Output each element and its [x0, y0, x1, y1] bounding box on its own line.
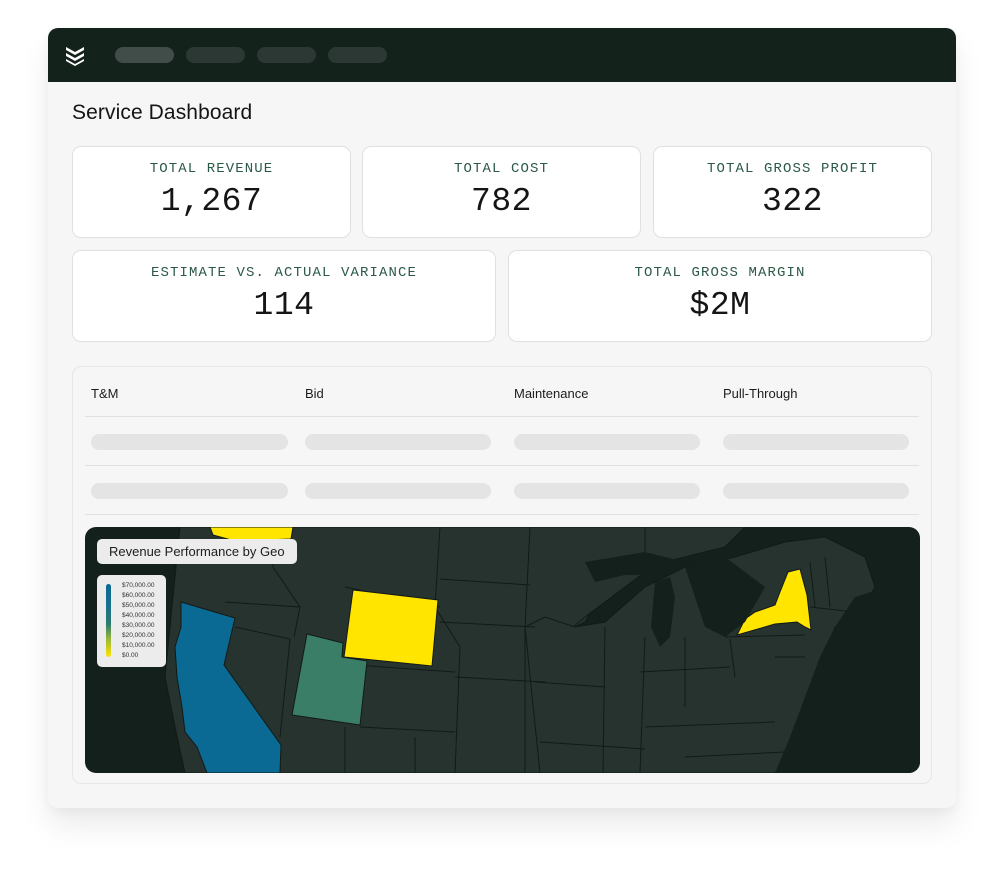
kpi-label: TOTAL GROSS PROFIT: [706, 161, 879, 177]
kpi-value: 114: [253, 287, 315, 324]
loading-placeholder: [514, 483, 700, 499]
kpi-value: 782: [471, 183, 532, 220]
legend-label: $40,000.00: [122, 612, 155, 619]
service-type-table: T&M Bid Maintenance Pull-Through: [85, 367, 919, 515]
table-row[interactable]: [85, 417, 919, 466]
legend-labels: $70,000.00 $60,000.00 $50,000.00 $40,000…: [122, 581, 155, 661]
legend-label: $10,000.00: [122, 642, 155, 649]
loading-placeholder: [514, 434, 700, 450]
legend-label: $20,000.00: [122, 632, 155, 639]
kpi-value: 322: [762, 183, 823, 220]
state-wyoming[interactable]: [343, 589, 439, 667]
kpi-label: TOTAL REVENUE: [149, 161, 274, 177]
revenue-geo-map[interactable]: Revenue Performance by Geo $70,000.00 $6…: [85, 527, 920, 773]
loading-placeholder: [91, 434, 288, 450]
loading-placeholder: [305, 483, 491, 499]
loading-placeholder: [723, 434, 909, 450]
legend-color-scale: [106, 584, 111, 657]
legend-label: $60,000.00: [122, 592, 155, 599]
service-panel: T&M Bid Maintenance Pull-Through Revenue…: [72, 366, 932, 784]
loading-placeholder: [91, 483, 288, 499]
page-title: Service Dashboard: [72, 101, 253, 124]
top-nav-bar: [48, 28, 956, 82]
column-header-tm[interactable]: T&M: [91, 386, 118, 401]
kpi-card-estimate-variance: ESTIMATE VS. ACTUAL VARIANCE 114: [72, 250, 496, 342]
kpi-label: TOTAL COST: [453, 161, 549, 177]
kpi-value: $2M: [689, 287, 751, 324]
legend-label: $0.00: [122, 652, 139, 659]
legend-label: $50,000.00: [122, 602, 155, 609]
kpi-card-total-cost: TOTAL COST 782: [362, 146, 641, 238]
stacked-chevrons-icon[interactable]: [64, 44, 86, 66]
table-row[interactable]: [85, 466, 919, 515]
map-legend: $70,000.00 $60,000.00 $50,000.00 $40,000…: [97, 575, 166, 667]
nav-item-1[interactable]: [115, 47, 174, 63]
kpi-value: 1,267: [160, 183, 263, 220]
kpi-label: TOTAL GROSS MARGIN: [634, 265, 806, 281]
legend-label: $30,000.00: [122, 622, 155, 629]
kpi-card-total-gross-margin: TOTAL GROSS MARGIN $2M: [508, 250, 932, 342]
dashboard-window: Service Dashboard TOTAL REVENUE 1,267 TO…: [48, 28, 956, 808]
nav-item-2[interactable]: [186, 47, 245, 63]
legend-label: $70,000.00: [122, 582, 155, 589]
column-header-bid[interactable]: Bid: [305, 386, 324, 401]
loading-placeholder: [305, 434, 491, 450]
column-header-maintenance[interactable]: Maintenance: [514, 386, 588, 401]
table-header: T&M Bid Maintenance Pull-Through: [85, 367, 919, 417]
kpi-card-total-gross-profit: TOTAL GROSS PROFIT 322: [653, 146, 932, 238]
kpi-card-total-revenue: TOTAL REVENUE 1,267: [72, 146, 351, 238]
loading-placeholder: [723, 483, 909, 499]
nav-item-3[interactable]: [257, 47, 316, 63]
nav-item-4[interactable]: [328, 47, 387, 63]
map-title: Revenue Performance by Geo: [97, 539, 297, 564]
kpi-label: ESTIMATE VS. ACTUAL VARIANCE: [150, 265, 418, 281]
column-header-pull-through[interactable]: Pull-Through: [723, 386, 797, 401]
